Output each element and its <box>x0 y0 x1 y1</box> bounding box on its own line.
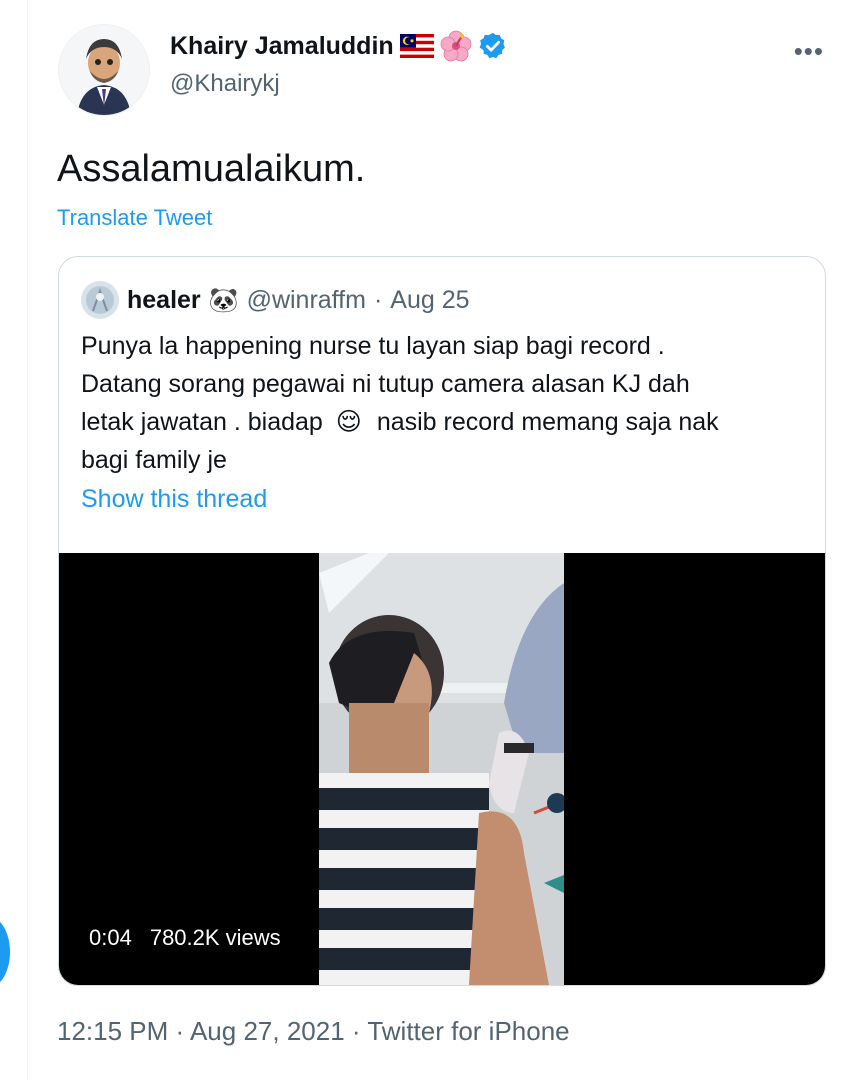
quoted-author-avatar[interactable] <box>81 281 119 319</box>
meta-separator: · <box>344 1016 368 1046</box>
author-name-row[interactable]: Khairy Jamaluddin <box>170 28 508 64</box>
relieved-face-emoji: 😌 <box>335 408 362 436</box>
more-options-icon[interactable]: ••• <box>794 36 824 67</box>
video-time: 0:04 <box>89 925 132 950</box>
video-frame <box>319 553 564 985</box>
tweet-time[interactable]: 12:15 PM <box>57 1016 168 1046</box>
compose-tweet-button[interactable] <box>0 916 10 988</box>
quoted-text-line: bagi family je <box>81 446 227 474</box>
verified-badge-icon <box>479 32 505 59</box>
tweet-source[interactable]: Twitter for iPhone <box>367 1016 569 1046</box>
quoted-author-handle[interactable]: @winraffm <box>247 286 366 315</box>
video-overlay-info: 0:04 780.2K views <box>89 925 281 951</box>
quoted-text-line: letak jawatan . biadap 😌 nasib record me… <box>81 403 811 441</box>
quoted-text-line: Datang sorang pegawai ni tutup camera al… <box>81 370 690 398</box>
author-avatar[interactable] <box>58 24 150 116</box>
video-views: 780.2K views <box>149 925 281 950</box>
panda-emoji: 🐼 <box>208 286 239 314</box>
tweet-text: Assalamualaikum. <box>57 148 366 190</box>
meta-separator: · <box>168 1016 190 1046</box>
quoted-tweet-date[interactable]: Aug 25 <box>390 286 469 315</box>
translate-tweet-link[interactable]: Translate Tweet <box>57 205 212 231</box>
quoted-author-name[interactable]: healer <box>127 286 201 315</box>
video-player[interactable]: 0:04 780.2K views <box>59 553 825 985</box>
author-name[interactable]: Khairy Jamaluddin <box>170 32 394 61</box>
timeline-border <box>27 0 28 1080</box>
quoted-text-segment: letak jawatan . biadap <box>81 408 323 436</box>
malaysia-flag-emoji <box>399 34 434 58</box>
show-thread-link[interactable]: Show this thread <box>81 485 267 514</box>
tweet-date[interactable]: Aug 27, 2021 <box>190 1016 345 1046</box>
quoted-text-segment: nasib record memang saja nak <box>376 408 719 436</box>
quoted-tweet-header: healer 🐼 @winraffm · Aug 25 <box>127 281 470 319</box>
quoted-tweet-text: Punya la happening nurse tu layan siap b… <box>81 327 811 479</box>
quoted-text-line: Punya la happening nurse tu layan siap b… <box>81 332 665 360</box>
author-handle[interactable]: @Khairykj <box>170 70 280 98</box>
meta-separator: · <box>373 285 383 314</box>
hibiscus-emoji <box>440 30 472 62</box>
tweet-metadata: 12:15 PM · Aug 27, 2021 · Twitter for iP… <box>57 1016 570 1047</box>
quoted-tweet-card[interactable]: healer 🐼 @winraffm · Aug 25 Punya la hap… <box>58 256 826 986</box>
